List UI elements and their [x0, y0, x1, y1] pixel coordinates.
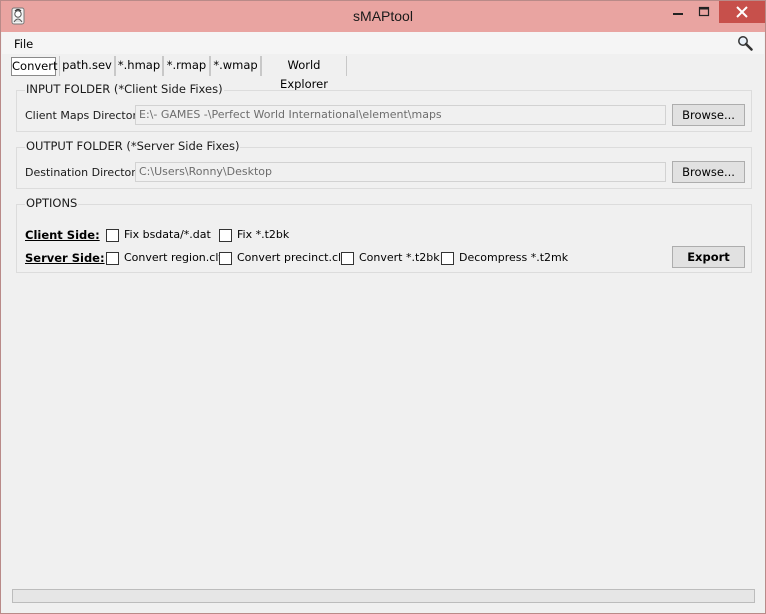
- options-group: OPTIONS Client Side: Fix bsdata/*.dat Fi…: [16, 196, 752, 273]
- convert-precinct-label[interactable]: Convert precinct.clt: [237, 251, 345, 264]
- destination-directory-field[interactable]: C:\Users\Ronny\Desktop: [135, 162, 666, 182]
- fix-t2bk-checkbox[interactable]: [219, 229, 232, 242]
- tab-world-explorer[interactable]: World Explorer: [261, 56, 347, 91]
- minimize-icon[interactable]: [665, 1, 691, 23]
- client-side-label: Client Side:: [25, 228, 100, 242]
- title-bar[interactable]: sMAPtool: [1, 1, 765, 32]
- client-maps-directory-field[interactable]: E:\- GAMES -\Perfect World International…: [135, 105, 666, 125]
- input-folder-title: INPUT FOLDER (*Client Side Fixes): [25, 82, 224, 96]
- close-button[interactable]: [719, 1, 765, 23]
- options-title: OPTIONS: [25, 196, 79, 210]
- menu-file[interactable]: File: [14, 37, 33, 51]
- tab-hmap[interactable]: *.hmap: [115, 56, 163, 76]
- maximize-icon[interactable]: [691, 1, 717, 23]
- output-browse-button[interactable]: Browse...: [672, 161, 745, 183]
- client-maps-label: Client Maps Directory:: [25, 109, 147, 122]
- destination-directory-label: Destination Directory:: [25, 166, 146, 179]
- status-bar: [12, 589, 755, 603]
- convert-tab-panel: INPUT FOLDER (*Client Side Fixes) Client…: [11, 76, 755, 280]
- export-button[interactable]: Export: [672, 246, 745, 268]
- tab-path-sev[interactable]: path.sev: [59, 56, 115, 76]
- convert-precinct-checkbox[interactable]: [219, 252, 232, 265]
- tab-convert[interactable]: Convert: [11, 57, 57, 76]
- decompress-t2mk-checkbox[interactable]: [441, 252, 454, 265]
- tab-wmap[interactable]: *.wmap: [210, 56, 261, 76]
- convert-region-label[interactable]: Convert region.clt: [124, 251, 223, 264]
- tab-rmap[interactable]: *.rmap: [163, 56, 210, 76]
- fix-bsdata-label[interactable]: Fix bsdata/*.dat: [124, 228, 211, 241]
- convert-t2bk-checkbox[interactable]: [341, 252, 354, 265]
- fix-bsdata-checkbox[interactable]: [106, 229, 119, 242]
- close-icon: [736, 6, 748, 18]
- window-title: sMAPtool: [353, 8, 413, 24]
- convert-region-checkbox[interactable]: [106, 252, 119, 265]
- input-folder-group: INPUT FOLDER (*Client Side Fixes) Client…: [16, 82, 752, 132]
- fix-t2bk-label[interactable]: Fix *.t2bk: [237, 228, 289, 241]
- app-window: sMAPtool File Convert path.sev *.hmap *.…: [0, 0, 766, 614]
- output-folder-group: OUTPUT FOLDER (*Server Side Fixes) Desti…: [16, 139, 752, 189]
- server-side-label: Server Side:: [25, 251, 105, 265]
- menu-bar: File: [2, 32, 764, 54]
- input-browse-button[interactable]: Browse...: [672, 104, 745, 126]
- decompress-t2mk-label[interactable]: Decompress *.t2mk: [459, 251, 568, 264]
- convert-t2bk-label[interactable]: Convert *.t2bk: [359, 251, 440, 264]
- output-folder-title: OUTPUT FOLDER (*Server Side Fixes): [25, 139, 241, 153]
- search-icon[interactable]: [737, 35, 753, 51]
